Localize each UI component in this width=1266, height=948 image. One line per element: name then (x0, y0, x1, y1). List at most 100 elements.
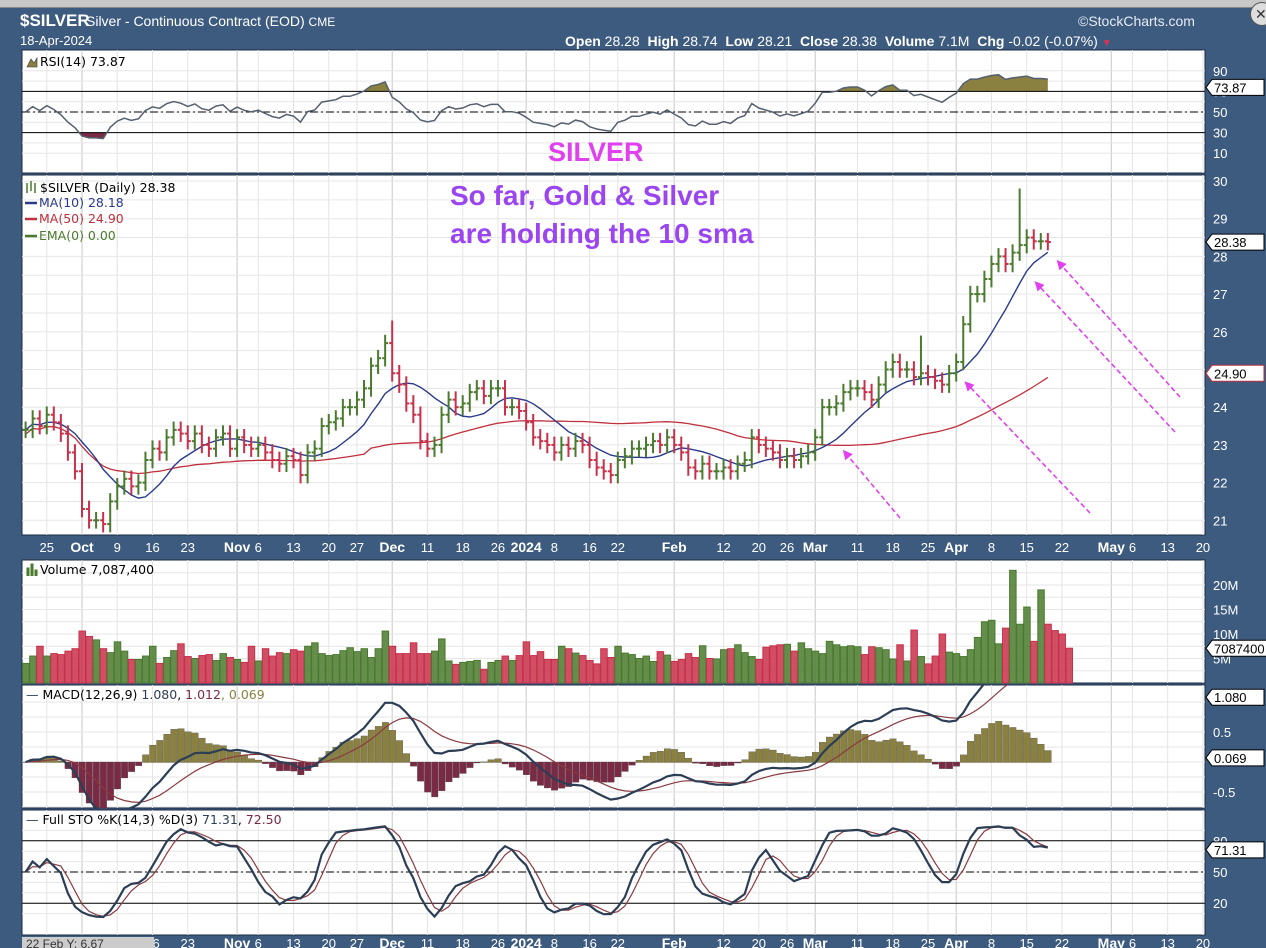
macd-histogram-bar (938, 761, 946, 769)
volume-bar (973, 636, 982, 684)
macd-histogram-bar (600, 761, 608, 783)
macd-histogram-bar (593, 761, 601, 782)
volume-bar (818, 653, 827, 684)
volume-bar (790, 650, 799, 684)
x-axis-label: 22 (611, 936, 625, 948)
volume-bar (353, 651, 361, 684)
rsi-legend: RSI(14) 73.87 (40, 54, 126, 69)
macd-histogram-bar (635, 760, 643, 763)
volume-bar (1058, 633, 1066, 684)
volume-bar (903, 660, 911, 684)
x-axis-label: 20 (752, 540, 766, 555)
macd-histogram-bar (776, 753, 784, 763)
volume-bar (1009, 569, 1017, 684)
macd-histogram-bar (515, 761, 523, 771)
volume-bar (614, 645, 622, 684)
x-axis-label: May (1098, 935, 1125, 948)
volume-bar (642, 655, 650, 684)
macd-histogram-bar (177, 728, 185, 763)
volume-bar (931, 655, 940, 684)
macd-histogram-bar (149, 744, 157, 763)
x-axis-label: 22 (611, 540, 625, 555)
volume-bar (748, 656, 756, 684)
macd-histogram-bar (713, 761, 721, 767)
volume-bar (57, 654, 65, 684)
volume-bar (572, 652, 580, 684)
volume-bar (388, 645, 397, 684)
volume-bar (268, 655, 277, 684)
volume-bar (360, 648, 368, 684)
macd-histogram-bar (882, 739, 890, 763)
macd-histogram-bar (896, 741, 904, 763)
volume-bar (861, 654, 869, 684)
volume-bar (374, 648, 383, 684)
x-axis-label: 6 (1129, 540, 1136, 555)
volume-bar (113, 641, 122, 684)
x-axis-label: 18 (886, 540, 900, 555)
volume-bar (832, 644, 841, 684)
volume-bar (459, 661, 467, 684)
volume-bar (402, 653, 411, 684)
x-axis-label: 23 (181, 936, 195, 948)
volume-bar (966, 649, 975, 684)
volume-bar (959, 656, 968, 684)
tag-text: 7087400 (1214, 641, 1265, 656)
x-axis-label: 18 (455, 936, 469, 948)
macd-histogram-bar (720, 761, 728, 766)
macd-histogram-bar (276, 761, 284, 772)
volume-bar (600, 648, 608, 684)
macd-histogram-bar (988, 723, 996, 763)
x-axis-label: 8 (551, 936, 558, 948)
macd-histogram-bar (734, 761, 742, 764)
x-axis-label: 13 (286, 540, 300, 555)
macd-legend: — MACD(12,26,9) 1.080, 1.012, 0.069 (26, 687, 265, 702)
macd-histogram-bar (381, 722, 389, 763)
rsi-axis-label: 30 (1213, 126, 1227, 141)
volume-bar (804, 648, 813, 684)
macd-histogram-bar (748, 751, 756, 763)
macd-histogram-bar (706, 761, 714, 766)
macd-histogram-bar (875, 741, 883, 763)
sto-legend-part: 72.50 (246, 812, 282, 827)
price-axis-label: 27 (1213, 287, 1227, 302)
volume-bar (705, 658, 714, 684)
macd-legend-part: , (177, 687, 185, 702)
macd-histogram-bar (191, 732, 199, 763)
macd-histogram-bar (1016, 729, 1024, 763)
volume-bar (811, 650, 820, 684)
volume-bar (78, 630, 86, 684)
macd-histogram-bar (262, 761, 269, 764)
x-axis-label: 6 (255, 936, 262, 948)
ma-legend: MA(10) 28.18 (39, 195, 124, 210)
macd-histogram-bar (1037, 743, 1045, 763)
x-axis-label: 11 (421, 936, 435, 948)
x-axis-label: 26 (780, 540, 794, 555)
macd-histogram-bar (240, 755, 248, 763)
x-axis-label: Dec (379, 539, 405, 555)
volume-bar (423, 653, 432, 684)
macd-histogram-bar (699, 761, 707, 764)
volume-bar (1030, 640, 1038, 684)
volume-bar (656, 651, 665, 684)
x-axis-label: Dec (379, 935, 405, 948)
volume-bar (141, 655, 150, 684)
volume-bar (663, 654, 672, 684)
x-axis-label: 25 (921, 936, 935, 948)
macd-histogram-bar (692, 761, 699, 764)
volume-bar (43, 655, 51, 684)
volume-bar (550, 658, 559, 684)
volume-value-tag: 7087400 (1205, 639, 1266, 657)
volume-bar (191, 658, 199, 684)
volume-bar (247, 645, 256, 684)
volume-bar (938, 633, 947, 684)
volume-bar (797, 642, 806, 684)
macd-histogram-bar (135, 761, 143, 766)
macd-histogram-bar (501, 761, 509, 765)
stock-chart[interactable]: 2525OctOct9916162323NovNov66131320202727… (0, 0, 1266, 948)
macd-histogram-bar (664, 748, 671, 763)
sto-axis-label: 20 (1213, 896, 1227, 911)
macd-histogram-bar (403, 753, 410, 763)
note-annotation-line1: So far, Gold & Silver (450, 180, 719, 211)
macd-histogram-bar (755, 748, 763, 763)
macd-histogram-bar (142, 754, 150, 763)
